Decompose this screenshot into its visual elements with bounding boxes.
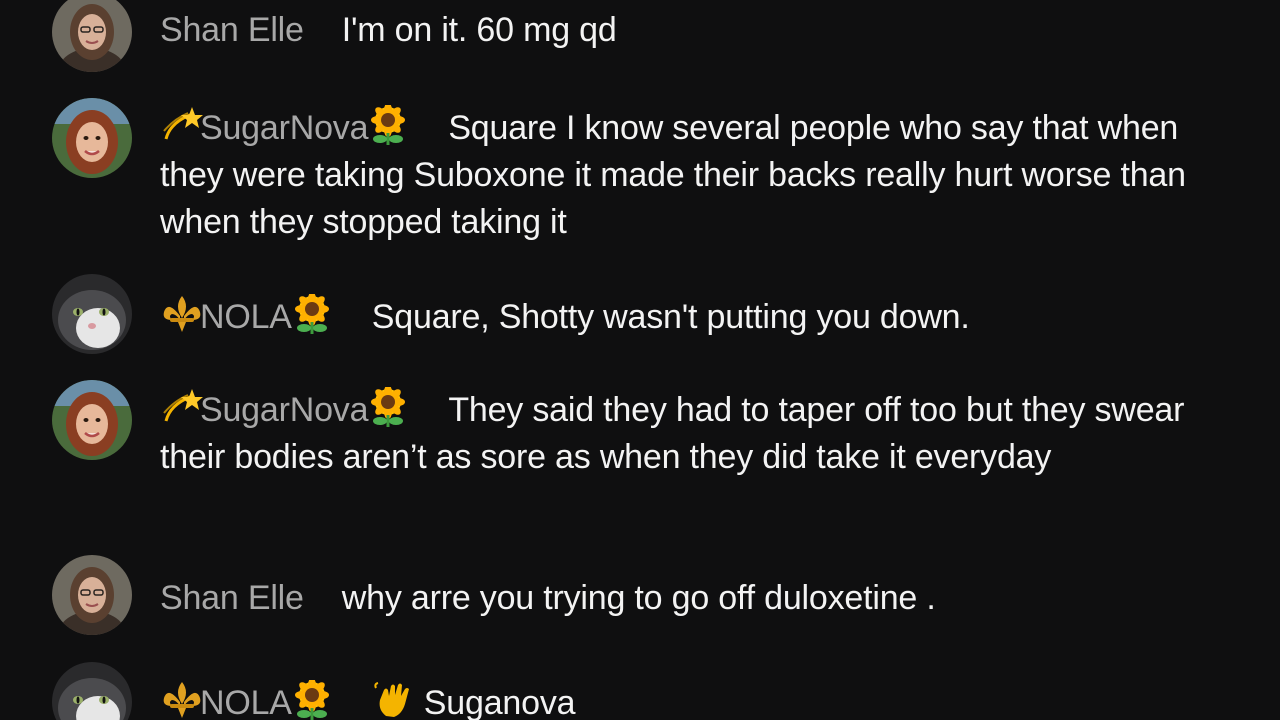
avatar[interactable] xyxy=(52,555,132,635)
live-chat-feed: Shan Elle I'm on it. 60 mg qd SugarNova Sq… xyxy=(0,0,1280,720)
woman-selfie-avatar-icon xyxy=(52,98,132,178)
username[interactable]: NOLA xyxy=(160,294,334,336)
username[interactable]: Shan Elle xyxy=(160,11,304,49)
username-label: NOLA xyxy=(200,684,292,720)
dizzy-star-icon xyxy=(160,387,204,427)
fleur-de-lis-icon xyxy=(160,680,204,720)
woman-glasses-avatar-icon xyxy=(52,555,132,635)
message-text: I'm on it. 60 mg qd xyxy=(341,11,617,49)
username[interactable]: Shan Elle xyxy=(160,579,304,617)
sunflower-icon xyxy=(366,105,410,145)
username-label: NOLA xyxy=(200,298,292,336)
username[interactable]: SugarNova xyxy=(160,387,410,429)
fleur-de-lis-icon xyxy=(160,294,204,334)
avatar[interactable] xyxy=(52,662,132,720)
avatar[interactable] xyxy=(52,98,132,178)
username-label: SugarNova xyxy=(200,391,369,429)
message-text: Suganova xyxy=(423,684,576,720)
avatar[interactable] xyxy=(52,380,132,460)
avatar[interactable] xyxy=(52,0,132,72)
sunflower-icon xyxy=(366,387,410,427)
cat-avatar-icon xyxy=(52,274,132,354)
username[interactable]: SugarNova xyxy=(160,105,410,147)
username[interactable]: NOLA xyxy=(160,680,334,720)
message-text: Square, Shotty wasn't putting you down. xyxy=(371,298,970,336)
cat-avatar-icon xyxy=(52,662,132,720)
username-label: SugarNova xyxy=(200,109,369,147)
woman-glasses-avatar-icon xyxy=(52,0,132,72)
message-text: why arre you trying to go off duloxetine… xyxy=(341,579,936,617)
sunflower-icon xyxy=(290,680,334,720)
waving-hand-icon xyxy=(372,680,416,720)
avatar[interactable] xyxy=(52,274,132,354)
dizzy-star-icon xyxy=(160,105,204,145)
woman-selfie-avatar-icon xyxy=(52,380,132,460)
sunflower-icon xyxy=(290,294,334,334)
